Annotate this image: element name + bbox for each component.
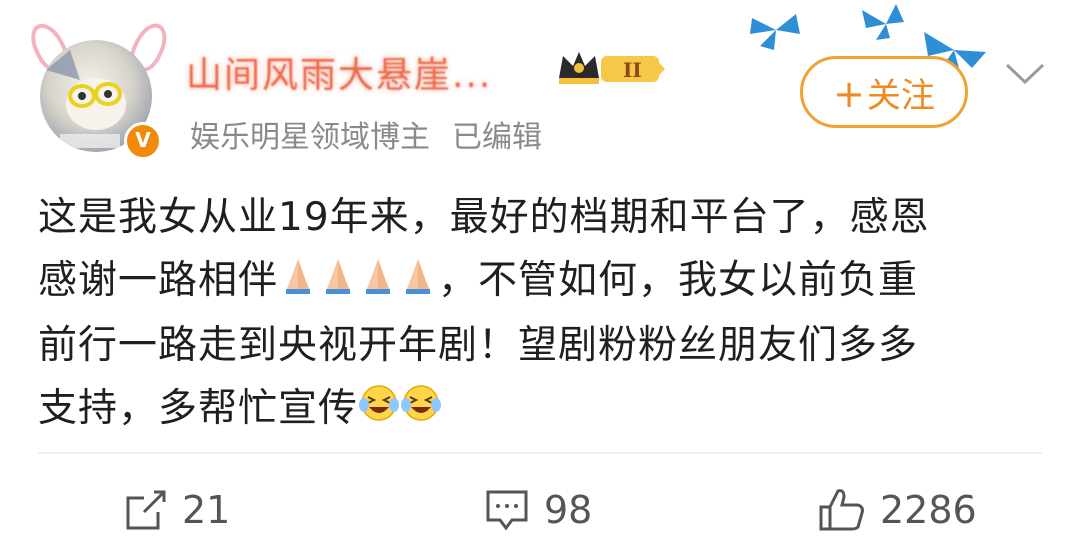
action-bar: 21 98 2286 (0, 470, 1078, 550)
post-line: 前行一路走到央视开年剧！望剧粉粉丝朋友们多多 (38, 323, 919, 368)
laugh-cry-emoji (358, 379, 400, 442)
butterfly-icon (862, 4, 904, 40)
follow-button[interactable]: +关注 (800, 56, 968, 128)
comment-icon (486, 490, 528, 531)
post-line-text: ，不管如何，我女以前负重 (438, 258, 919, 303)
username[interactable]: 山间风雨大悬崖... (186, 46, 492, 98)
pray-hands-emoji (358, 251, 398, 314)
share-button[interactable]: 21 (124, 488, 230, 532)
pray-hands-emoji (398, 251, 438, 314)
post-line-text: 支持，多帮忙宣传 (38, 386, 359, 431)
post-line: 支持，多帮忙宣传 (38, 377, 1048, 442)
like-count: 2286 (880, 488, 977, 532)
level-label: II (623, 58, 642, 82)
like-button[interactable]: 2286 (818, 488, 977, 532)
divider (38, 452, 1042, 454)
avatar[interactable]: V (24, 17, 174, 162)
laugh-cry-emoji (400, 379, 442, 442)
post-line: 感谢一路相伴 ，不管如何，我女以前负重 (38, 249, 1048, 314)
share-count: 21 (182, 488, 231, 532)
comment-count: 98 (544, 488, 593, 532)
share-icon (126, 490, 166, 530)
butterfly-icon (750, 14, 800, 50)
follow-label: 关注 (866, 76, 935, 116)
post-line: 这是我女从业19年来，最好的档期和平台了，感恩 (38, 195, 930, 240)
crown-level-icon[interactable]: II (555, 48, 667, 88)
chevron-down-icon[interactable] (1004, 62, 1046, 86)
post-header: V 山间风雨大悬崖... II 娱乐明星领域博主 已编辑 +关注 (0, 0, 1078, 170)
pray-hands-emoji (278, 251, 318, 314)
comment-button[interactable]: 98 (484, 488, 592, 532)
post-line-text: 感谢一路相伴 (38, 258, 279, 303)
verified-v-icon: V (124, 122, 162, 160)
post-content: 这是我女从业19年来，最好的档期和平台了，感恩 感谢一路相伴 ，不管如何，我女以前… (38, 186, 1048, 442)
pray-hands-emoji (318, 251, 358, 314)
edited-label[interactable]: 已编辑 (452, 120, 542, 155)
user-subline: 娱乐明星领域博主 已编辑 (190, 112, 564, 156)
thumb-up-icon (819, 489, 864, 531)
plus-icon: + (833, 72, 865, 116)
user-title: 娱乐明星领域博主 (190, 120, 430, 155)
